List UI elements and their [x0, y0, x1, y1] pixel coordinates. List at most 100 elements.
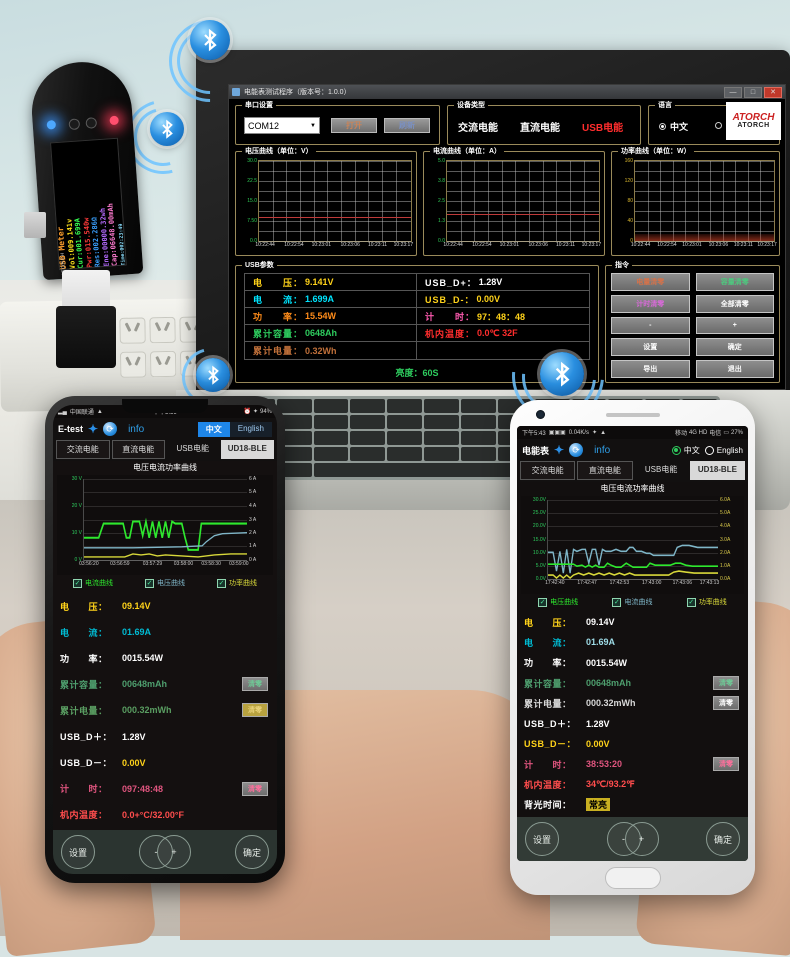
exit-button[interactable]: 退出 — [695, 360, 774, 378]
meter-button-right[interactable] — [85, 117, 98, 129]
confirm-button[interactable]: 确定 — [706, 822, 740, 856]
settings-button[interactable]: 设置 — [525, 822, 559, 856]
app-header: E-test ✦ ⟳ info 中文 English — [53, 418, 277, 440]
power-xtick: 10:23:11 — [733, 242, 753, 248]
open-port-button[interactable]: 打开 — [331, 118, 377, 133]
clear-all-button[interactable]: 全部清零 — [695, 294, 774, 313]
chart-title: 电压电流功率曲线 — [133, 463, 197, 472]
clear-energy-button[interactable]: 清零 — [242, 703, 268, 718]
checkbox-current-icon[interactable]: ✓ — [612, 597, 622, 607]
lang-chinese-button[interactable]: 中文 — [197, 421, 230, 437]
info-link[interactable]: info — [594, 445, 610, 456]
refresh-icon[interactable]: ⟳ — [103, 422, 118, 436]
tab-ud18-ble[interactable]: UD18-BLE — [220, 440, 274, 459]
carrier-label: 移动 — [674, 431, 687, 437]
info-link[interactable]: info — [128, 424, 144, 435]
legend-item-current[interactable]: ✓ 电流曲线 — [73, 578, 113, 588]
checkbox-power-icon[interactable]: ✓ — [217, 578, 226, 588]
power-ytick: 160 — [624, 158, 633, 164]
brand-logo: ATORCH ATORCH — [726, 102, 781, 140]
clear-timer-button[interactable]: 计时清零 — [611, 294, 690, 313]
refresh-icon[interactable]: ⟳ — [569, 443, 584, 457]
legend-label: 功率曲线 — [229, 580, 257, 587]
row-key: 功 率： — [60, 653, 108, 664]
checkbox-power-icon[interactable]: ✓ — [686, 597, 696, 607]
row-value: 38:53:20 — [586, 759, 623, 770]
device-type-group: 设备类型 交流电能 直流电能 USB电能 — [447, 100, 641, 145]
tab-usb-energy[interactable]: USB电能 — [167, 440, 219, 459]
row-value: 常亮 — [586, 798, 611, 812]
clear-energy-button[interactable]: 清零 — [713, 696, 739, 711]
row-key: 累计容量： — [60, 679, 108, 690]
minimize-button[interactable]: — — [724, 86, 742, 98]
list-item: USB_D－： 0.00V — [524, 736, 741, 751]
language-toggle: 中文 English — [197, 421, 272, 437]
chart-xtick: 17:42:47 — [577, 580, 597, 586]
meter-button-left[interactable] — [68, 118, 81, 131]
home-button[interactable] — [604, 867, 661, 889]
tab-usb-energy[interactable]: USB电能 — [635, 461, 688, 480]
increase-button[interactable]: + — [695, 316, 774, 335]
clear-timer-button[interactable]: 清零 — [242, 781, 268, 796]
radio-chinese[interactable]: 中文 — [659, 120, 688, 133]
maximize-button[interactable]: □ — [744, 86, 762, 98]
legend-item-power[interactable]: ✓ 功率曲线 — [217, 578, 257, 588]
tab-ud18-ble[interactable]: UD18-BLE — [689, 461, 745, 480]
com-port-select[interactable]: COM12 ▼ — [244, 117, 320, 134]
tab-ac-energy[interactable]: 交流电能 — [520, 461, 576, 480]
led-red-icon — [109, 115, 119, 126]
settings-button[interactable]: 设置 — [61, 835, 95, 869]
power-chart-title: 功率曲线（单位：W） — [618, 146, 694, 156]
tab-bar: 交流电能 直流电能 USB电能 UD18-BLE — [53, 440, 277, 461]
checkbox-voltage-icon[interactable]: ✓ — [145, 578, 154, 588]
power-xtick: 10:22:44 — [630, 242, 651, 248]
tab-ac-energy[interactable]: 交流电能 — [458, 119, 498, 134]
chart-xtick: 17:43:06 — [672, 580, 693, 586]
list-item: 累计电量： 000.32mWh 清零 — [524, 696, 741, 711]
chart-series-svg — [84, 517, 247, 558]
stepper-group: - + — [606, 822, 659, 856]
clear-energy-button[interactable]: 电量清零 — [611, 273, 690, 291]
earpiece-speaker — [605, 413, 660, 417]
clear-capacity-button[interactable]: 清零 — [713, 676, 739, 691]
voltage-xtick: 10:23:17 — [393, 242, 414, 248]
legend-item-voltage[interactable]: ✓ 电压曲线 — [145, 578, 185, 588]
param-key: 电 压： — [253, 277, 304, 288]
chart-legend: ✓ 电压曲线 ✓ 电流曲线 ✓ 功率曲线 — [517, 594, 748, 610]
refresh-port-button[interactable]: 刷新 — [384, 118, 430, 133]
export-button[interactable]: 导出 — [611, 360, 690, 378]
settings-button[interactable]: 设置 — [611, 338, 690, 357]
radio-icon-english — [704, 445, 714, 455]
checkbox-vo</span>ltage-icon[interactable]: ✓ — [538, 597, 548, 607]
row-key: 计 时： — [60, 784, 108, 795]
net-speed-label: 0.04K/s — [568, 429, 590, 436]
clear-capacity-button[interactable]: 容量清零 — [695, 273, 774, 291]
confirm-button[interactable]: 确定 — [695, 338, 774, 357]
device-type-legend: 设备类型 — [454, 100, 488, 110]
tab-ac-energy[interactable]: 交流电能 — [56, 440, 110, 459]
legend-label: 电压曲线 — [550, 599, 579, 606]
row-value: 0015.54W — [122, 653, 164, 664]
tab-dc-energy[interactable]: 直流电能 — [577, 461, 633, 480]
decrease-button[interactable]: - — [611, 316, 690, 335]
plus-button[interactable]: + — [157, 835, 191, 869]
close-button[interactable]: ✕ — [764, 86, 782, 98]
checkbox-current-icon[interactable]: ✓ — [73, 578, 82, 588]
legend-item-current[interactable]: ✓ 电流曲线 — [612, 597, 652, 607]
lang-english-button[interactable]: English — [229, 421, 272, 437]
clear-timer-button[interactable]: 清零 — [713, 757, 739, 772]
clear-capacity-button[interactable]: 清零 — [242, 677, 268, 692]
tab-dc-energy[interactable]: 直流电能 — [111, 440, 165, 459]
chart-legend: ✓ 电流曲线 ✓ 电压曲线 ✓ 功率曲线 — [53, 575, 277, 591]
tab-usb-energy[interactable]: USB电能 — [582, 119, 623, 134]
legend-item-power[interactable]: ✓ 功率曲线 — [686, 597, 727, 607]
lang-english-option[interactable]: English — [704, 445, 743, 455]
bluetooth-icon[interactable]: ✦ — [554, 443, 564, 457]
plus-button[interactable]: + — [624, 822, 659, 856]
bottom-button-bar: 设置 - + 确定 — [517, 817, 748, 861]
tab-dc-energy[interactable]: 直流电能 — [520, 119, 560, 134]
confirm-button[interactable]: 确定 — [235, 835, 269, 869]
lang-chinese-option[interactable]: 中文 — [671, 445, 700, 456]
bluetooth-icon[interactable]: ✦ — [88, 422, 98, 436]
legend-item-voltage[interactable]: ✓ 电压曲线 — [538, 597, 578, 607]
